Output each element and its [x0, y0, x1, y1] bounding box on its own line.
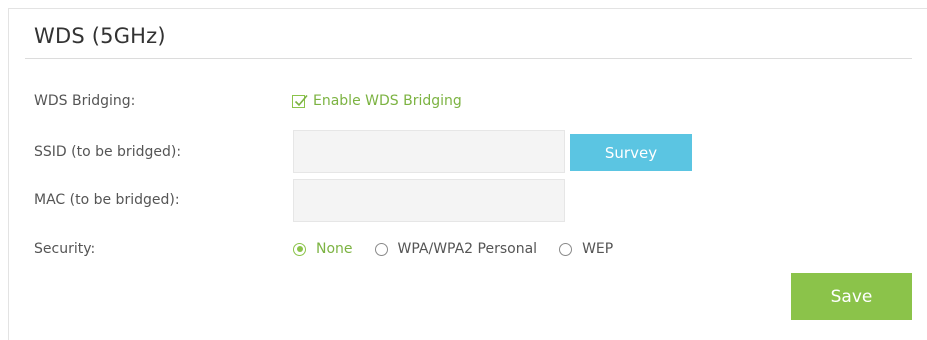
- security-option-wep[interactable]: WEP: [559, 241, 613, 257]
- security-option-label: WEP: [582, 241, 614, 257]
- ssid-input[interactable]: [293, 130, 565, 173]
- security-option-label: WPA/WPA2 Personal: [397, 241, 538, 257]
- title-divider: [25, 58, 912, 59]
- security-radio-group: None WPA/WPA2 Personal WEP: [293, 241, 635, 257]
- radio-unselected-icon[interactable]: [559, 242, 573, 256]
- wds-bridging-label: WDS Bridging:: [34, 93, 136, 109]
- enable-wds-bridging-label: Enable WDS Bridging: [313, 93, 462, 109]
- save-button[interactable]: Save: [791, 273, 912, 320]
- panel-title: WDS (5GHz): [34, 24, 166, 48]
- checkbox-checked-icon[interactable]: [292, 94, 308, 108]
- radio-selected-icon[interactable]: [293, 242, 306, 256]
- survey-button[interactable]: Survey: [570, 134, 692, 171]
- security-option-none[interactable]: None: [293, 241, 353, 257]
- enable-wds-bridging-checkbox[interactable]: Enable WDS Bridging: [292, 93, 462, 109]
- mac-input[interactable]: [293, 179, 565, 222]
- ssid-label: SSID (to be bridged):: [34, 144, 182, 160]
- security-option-wpa-wpa2-personal[interactable]: WPA/WPA2 Personal: [374, 241, 538, 257]
- security-label: Security:: [34, 241, 96, 257]
- mac-label: MAC (to be bridged):: [34, 192, 180, 208]
- radio-unselected-icon[interactable]: [374, 242, 388, 256]
- security-option-label: None: [316, 241, 353, 257]
